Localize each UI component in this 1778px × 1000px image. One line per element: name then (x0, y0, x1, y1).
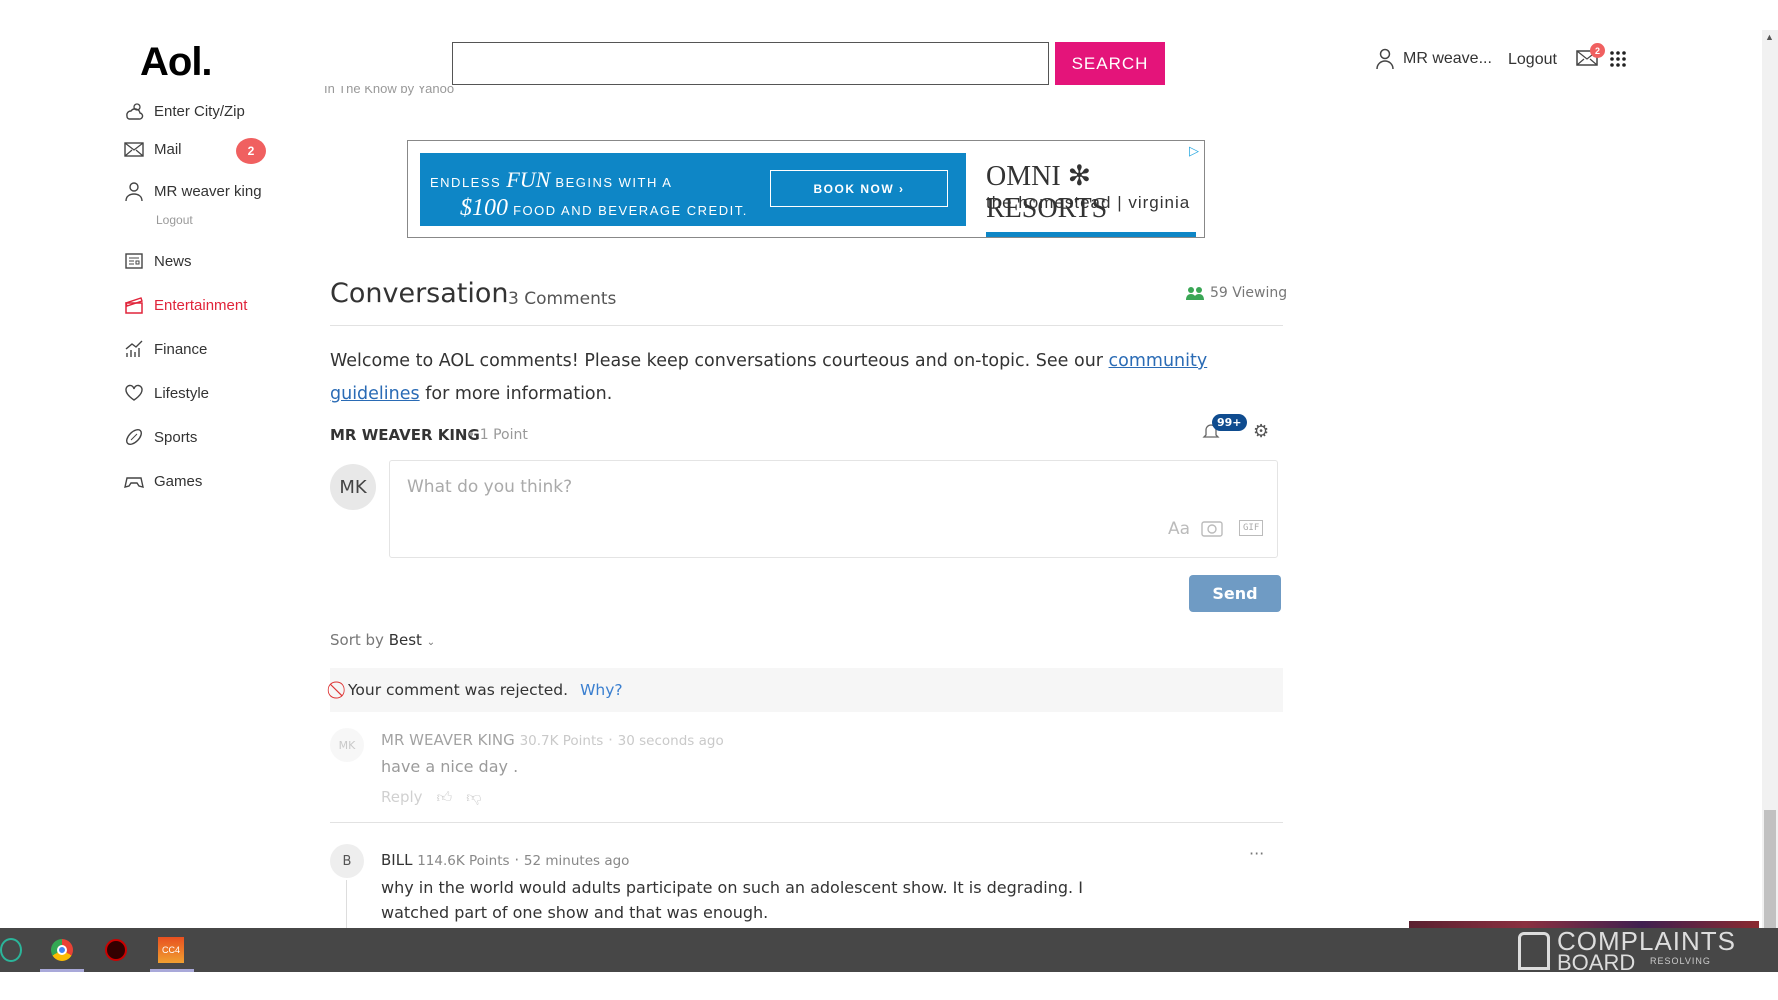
ad-line1: ENDLESS FUN BEGINS WITH A (430, 167, 673, 192)
user-icon (125, 182, 143, 201)
sidebar-item-entertainment[interactable]: Entertainment (124, 295, 247, 315)
comment-avatar: B (330, 844, 364, 878)
active-indicator (40, 969, 84, 972)
ad-brand: OMNI ✻ RESORTS (986, 161, 1108, 224)
sidebar-label: Enter City/Zip (154, 102, 245, 120)
ad-brand-sub: the homestead | virginia (986, 193, 1191, 212)
sidebar-item-sports[interactable]: Sports (124, 427, 197, 447)
thumbs-up-icon[interactable]: 👍︎ (437, 788, 453, 807)
sidebar-item-lifestyle[interactable]: Lifestyle (124, 383, 209, 403)
header-mail-button[interactable]: 2 (1576, 43, 1605, 71)
app-icon[interactable] (105, 939, 127, 961)
sidebar-label: Mail (154, 140, 182, 158)
settings-gear-icon[interactable]: ⚙ (1253, 421, 1269, 442)
comment-header: BILL 114.6K Points · 52 minutes ago (381, 851, 630, 869)
adchoices-icon[interactable]: ▷ (1189, 143, 1199, 159)
chrome-icon[interactable] (51, 939, 73, 961)
user-avatar: MK (330, 464, 376, 510)
sidebar-label: News (154, 252, 192, 270)
current-user-points: • 1 Point (467, 427, 528, 443)
sidebar-label: Games (154, 472, 203, 490)
comment-body: have a nice day . (381, 757, 519, 776)
divider (330, 325, 1283, 326)
sidebar-item-finance[interactable]: Finance (124, 339, 207, 359)
apps-grid-icon[interactable] (1609, 50, 1627, 73)
comment-placeholder: What do you think? (407, 477, 573, 497)
search-button[interactable]: SEARCH (1055, 42, 1165, 85)
weather-icon (126, 103, 144, 120)
chart-icon (125, 340, 143, 357)
comment-actions: Reply 👍︎ 👎︎ (381, 788, 481, 807)
sidebar-item-weather[interactable]: Enter City/Zip (124, 101, 245, 121)
mail-badge: 2 (1590, 43, 1605, 58)
divider (330, 822, 1283, 823)
mail-count-badge: 2 (236, 138, 266, 164)
comment-body: why in the world would adults participat… (381, 878, 1083, 922)
comment-avatar: MK (330, 728, 364, 762)
ad-banner[interactable]: ENDLESS FUN BEGINS WITH A $100 FOOD AND … (420, 153, 966, 226)
watermark-logo-icon (1518, 932, 1550, 970)
watermark-line1: COMPLAINTS (1557, 926, 1737, 956)
comment-count: 3 Comments (508, 289, 617, 309)
sidebar-item-user[interactable]: MR weaver king (124, 181, 262, 201)
sidebar-label: Lifestyle (154, 384, 210, 402)
scroll-up-arrow[interactable]: ▲ (1765, 32, 1774, 42)
sidebar-item-games[interactable]: Games (124, 471, 202, 491)
scrollbar-thumb[interactable] (1764, 810, 1776, 928)
header-logout[interactable]: Logout (1508, 51, 1557, 69)
conversation-title: Conversation (330, 278, 509, 309)
sidebar-logout[interactable]: Logout (156, 213, 193, 227)
heart-icon (125, 384, 143, 401)
rejection-notice: ⃠ Your comment was rejected. Why? (330, 668, 1283, 712)
football-icon (126, 429, 142, 445)
advertisement[interactable]: ENDLESS FUN BEGINS WITH A $100 FOOD AND … (407, 140, 1205, 238)
sidebar-item-news[interactable]: News (124, 251, 192, 271)
app-icon[interactable] (0, 938, 22, 962)
header-username: MR weave... (1403, 50, 1492, 67)
gamepad-icon (124, 477, 144, 488)
active-indicator (150, 969, 194, 972)
watermark-tag: RESOLVING (1650, 956, 1711, 966)
cc-app-icon[interactable]: CC4 (158, 937, 184, 963)
mail-icon (124, 142, 144, 157)
ad-line2: $100 FOOD AND BEVERAGE CREDIT. (460, 195, 748, 221)
comment-header: MR WEAVER KING 30.7K Points · 30 seconds… (381, 731, 724, 749)
sidebar-label: Finance (154, 340, 208, 358)
source-caption: In The Know by Yahoo (324, 86, 455, 96)
welcome-text: Welcome to AOL comments! Please keep con… (330, 351, 1208, 404)
taskbar: CC4 COMPLAINTS BOARD RESOLVING (0, 928, 1778, 972)
sidebar-label: Entertainment (154, 296, 248, 314)
reply-button[interactable]: Reply (381, 788, 423, 807)
viewing-count: 59 Viewing (1186, 285, 1287, 301)
watermark-line2: BOARD (1557, 952, 1636, 972)
comment-input[interactable]: What do you think? Aa GIF (389, 460, 1278, 558)
notification-badge: 99+ (1212, 414, 1247, 431)
send-button[interactable]: Send (1189, 575, 1281, 612)
header-user[interactable]: MR weave... (1375, 48, 1492, 70)
ad-progress-bar (986, 232, 1196, 237)
more-options-button[interactable]: ··· (1249, 844, 1264, 863)
search-input[interactable] (452, 42, 1049, 85)
camera-icon[interactable] (1201, 519, 1223, 537)
aol-logo[interactable]: Aol. (140, 40, 213, 85)
current-user-name: MR WEAVER KING (330, 426, 480, 444)
notifications-button[interactable]: 99+ (1202, 414, 1247, 444)
sidebar-label: MR weaver king (154, 182, 262, 200)
book-now-button[interactable]: BOOK NOW › (770, 170, 948, 207)
gif-button[interactable]: GIF (1239, 520, 1264, 536)
chevron-down-icon: ⌄ (426, 637, 436, 648)
news-icon (125, 253, 143, 269)
user-icon (1376, 48, 1394, 70)
format-text-button[interactable]: Aa (1168, 519, 1190, 539)
sidebar-label: Sports (154, 428, 198, 446)
why-link[interactable]: Why? (580, 681, 623, 699)
sort-dropdown[interactable]: Sort by Best ⌄ (330, 631, 435, 649)
thumbs-down-icon[interactable]: 👎︎ (466, 788, 481, 807)
scrollbar[interactable]: ▲ (1762, 30, 1778, 928)
clapper-icon (125, 297, 143, 314)
sidebar-item-mail[interactable]: Mail (124, 139, 182, 159)
users-icon (1186, 287, 1204, 300)
